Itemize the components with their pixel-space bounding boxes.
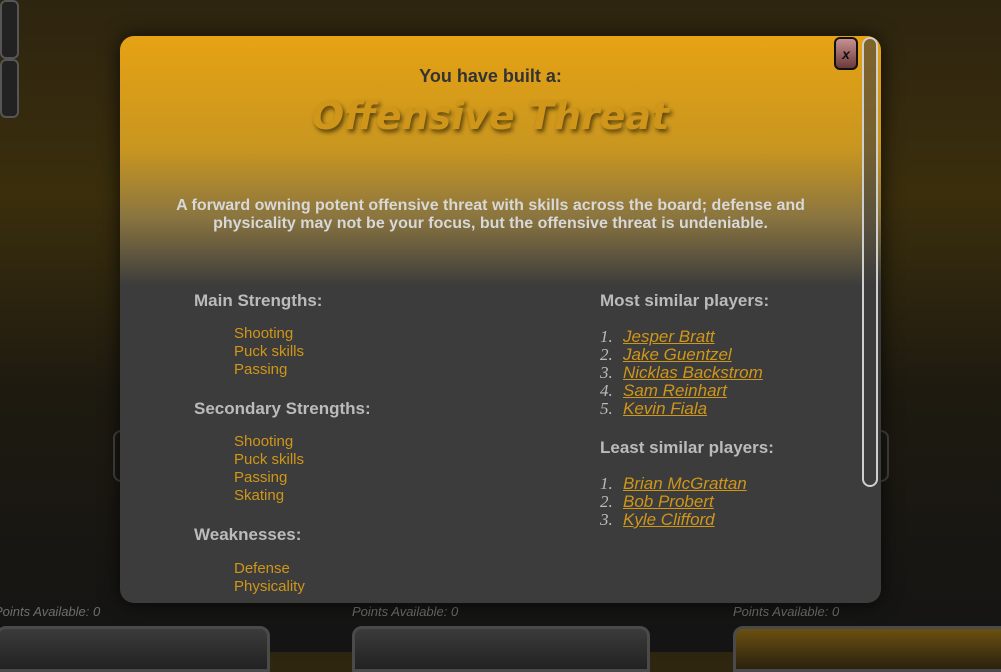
player-link[interactable]: Jake Guentzel — [623, 345, 732, 364]
list-item: 2. Jake Guentzel — [600, 346, 763, 364]
list-item: Puck skills — [234, 451, 305, 468]
most-similar-list: 1. Jesper Bratt 2. Jake Guentzel 3. Nicklas… — [600, 328, 763, 418]
points-available-center: Points Available: 0 — [352, 604, 459, 619]
least-similar-heading: Least similar players: — [600, 438, 774, 457]
build-description: A forward owning potent offensive threat… — [176, 197, 805, 232]
list-item: 1. Brian McGrattan — [600, 475, 747, 493]
list-number: 1. — [600, 474, 613, 493]
list-item: Defense — [234, 560, 290, 577]
player-link[interactable]: Nicklas Backstrom — [623, 363, 763, 382]
list-number: 5. — [600, 399, 613, 418]
list-number: 2. — [600, 492, 613, 511]
list-item: Passing — [234, 469, 288, 486]
attribute-card-right[interactable] — [733, 626, 1001, 672]
list-item: Skating — [234, 487, 285, 504]
list-item: Passing — [234, 361, 288, 378]
list-item: Shooting — [234, 433, 294, 450]
secondary-strengths-heading: Secondary Strengths: — [194, 399, 371, 418]
player-link[interactable]: Bob Probert — [623, 492, 714, 511]
weaknesses-list: Defense Physicality — [234, 560, 305, 596]
close-button[interactable]: x — [834, 37, 858, 70]
attribute-card-center[interactable] — [352, 626, 650, 672]
list-item: Puck skills — [234, 343, 305, 360]
most-similar-heading: Most similar players: — [600, 291, 770, 310]
weaknesses-heading: Weaknesses: — [194, 525, 302, 544]
main-strengths-list: Shooting Puck skills Passing — [234, 325, 304, 379]
player-link[interactable]: Sam Reinhart — [623, 381, 727, 400]
list-item: 3. Kyle Clifford — [600, 511, 747, 529]
modal-subtitle: You have built a: — [419, 66, 562, 86]
list-item: 5. Kevin Fiala — [600, 400, 763, 418]
player-link[interactable]: Kyle Clifford — [623, 510, 715, 529]
points-available-right: Points Available: 0 — [733, 604, 840, 619]
points-available-left: Points Available: 0 — [0, 604, 101, 619]
attribute-card-left[interactable] — [0, 626, 270, 672]
player-link[interactable]: Jesper Bratt — [623, 327, 715, 346]
main-strengths-heading: Main Strengths: — [194, 291, 323, 310]
list-number: 3. — [600, 363, 613, 382]
list-number: 3. — [600, 510, 613, 529]
list-item: Physicality — [234, 578, 305, 595]
background-left-arrow — [0, 0, 19, 59]
list-number: 4. — [600, 381, 613, 400]
least-similar-list: 1. Brian McGrattan 2. Bob Probert 3. Kyle C… — [600, 475, 747, 529]
list-item: 2. Bob Probert — [600, 493, 747, 511]
list-item: Shooting — [234, 325, 294, 342]
modal-scrollbar[interactable] — [862, 37, 878, 487]
player-link[interactable]: Brian McGrattan — [623, 474, 747, 493]
list-number: 2. — [600, 345, 613, 364]
list-item: 3. Nicklas Backstrom — [600, 364, 763, 382]
close-icon: x — [842, 45, 850, 62]
list-number: 1. — [600, 327, 613, 346]
secondary-strengths-list: Shooting Puck skills Passing Skating — [234, 433, 304, 505]
list-item: 4. Sam Reinhart — [600, 382, 763, 400]
player-link[interactable]: Kevin Fiala — [623, 399, 707, 418]
build-type-title: Offensive Threat — [311, 94, 670, 138]
background-right-arrow — [0, 59, 19, 118]
list-item: 1. Jesper Bratt — [600, 328, 763, 346]
